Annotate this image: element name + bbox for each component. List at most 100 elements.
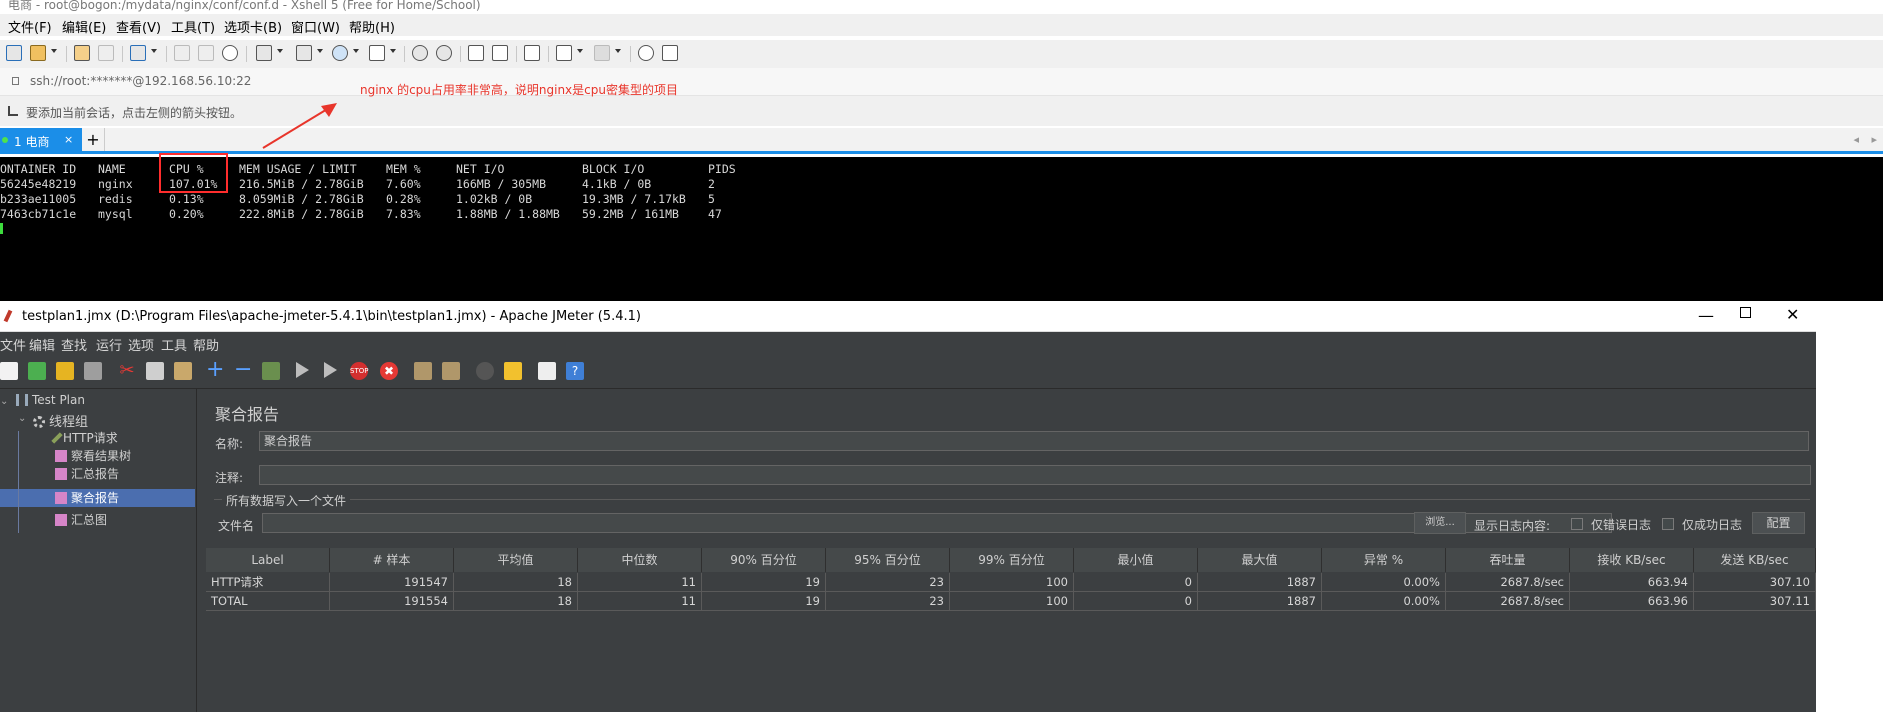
clear-icon[interactable]	[414, 362, 432, 380]
success-only-checkbox[interactable]	[1662, 518, 1674, 530]
col-average-header[interactable]: 平均值	[454, 548, 578, 572]
chat-icon[interactable]	[662, 45, 678, 61]
cell-pids: 2	[708, 177, 715, 191]
disconnect-icon[interactable]	[98, 45, 114, 61]
col-max-header[interactable]: 最大值	[1198, 548, 1322, 572]
menu-tabs[interactable]: 选项卡(B)	[224, 17, 282, 36]
browse-button[interactable]: 浏览...	[1414, 512, 1466, 534]
globe-icon[interactable]	[332, 45, 348, 61]
stop-icon[interactable]: STOP	[350, 362, 368, 380]
collapse-icon[interactable]: −	[234, 359, 252, 381]
menu-search[interactable]: 查找	[61, 335, 87, 354]
tree-node-http-request[interactable]: HTTP请求	[51, 429, 118, 447]
menu-edit[interactable]: 编辑(E)	[62, 17, 106, 36]
tab-close-icon[interactable]: ×	[64, 133, 73, 146]
tree-node-results-tree[interactable]: 察看结果树	[55, 447, 131, 465]
tree-node-summary-report[interactable]: 汇总报告	[55, 465, 119, 483]
col-received-header[interactable]: 接收 KB/sec	[1570, 548, 1694, 572]
cell-average: 18	[454, 592, 578, 611]
minimize-icon[interactable]: —	[1698, 306, 1714, 325]
address-bar[interactable]: ssh://root:*******@192.168.56.10:22	[0, 68, 1883, 96]
tree-node-aggregate-report[interactable]: 聚合报告	[55, 489, 119, 507]
fullscreen-icon[interactable]	[468, 45, 484, 61]
function-helper-icon[interactable]	[538, 362, 556, 380]
menu-edit[interactable]: 编辑	[29, 335, 55, 354]
errors-only-checkbox[interactable]	[1571, 518, 1583, 530]
add-tab-button[interactable]: +	[82, 128, 105, 151]
new-tab-icon[interactable]	[556, 45, 572, 61]
col-p99-header[interactable]: 99% 百分位	[950, 548, 1074, 572]
transfer-icon[interactable]	[296, 45, 312, 61]
col-error-header[interactable]: 异常 %	[1322, 548, 1446, 572]
tree-node-summary-graph[interactable]: 汇总图	[55, 511, 107, 529]
new-session-icon[interactable]	[6, 45, 22, 61]
terminal-row: 56245e48219 nginx 107.01% 216.5MiB / 2.7…	[0, 177, 1883, 192]
print-icon[interactable]	[256, 45, 272, 61]
menu-run[interactable]: 运行	[96, 335, 122, 354]
menu-tools[interactable]: 工具	[161, 335, 187, 354]
keyboard-icon[interactable]	[524, 45, 540, 61]
tab-session[interactable]: 1 电商 ×	[0, 128, 82, 151]
col-p95-header[interactable]: 95% 百分位	[826, 548, 950, 572]
clear-all-icon[interactable]	[442, 362, 460, 380]
font-icon[interactable]	[369, 45, 385, 61]
menu-file[interactable]: 文件	[0, 335, 26, 354]
menu-window[interactable]: 窗口(W)	[291, 17, 340, 36]
menu-help[interactable]: 帮助	[193, 335, 219, 354]
lock-icon[interactable]	[492, 45, 508, 61]
copy-icon[interactable]	[174, 45, 190, 61]
tab-scroll-right-icon[interactable]: ▸	[1871, 133, 1877, 146]
connect-icon[interactable]	[74, 45, 90, 61]
comment-input[interactable]	[259, 465, 1811, 485]
start-no-pause-icon[interactable]	[324, 362, 337, 378]
open-icon[interactable]	[56, 362, 74, 380]
col-samples-header[interactable]: # 样本	[330, 548, 454, 572]
menu-help[interactable]: 帮助(H)	[349, 17, 395, 36]
shutdown-icon[interactable]: ✖	[380, 362, 398, 380]
find-icon[interactable]	[222, 45, 238, 61]
cut-icon[interactable]: ✂	[118, 362, 136, 380]
col-sent-header[interactable]: 发送 KB/sec	[1694, 548, 1816, 572]
tree-toggle-icon[interactable]: ⌄	[18, 413, 26, 424]
open-folder-icon[interactable]	[30, 45, 46, 61]
col-throughput-header[interactable]: 吞吐量	[1446, 548, 1570, 572]
xftp-icon[interactable]	[436, 45, 452, 61]
arrow-icon[interactable]	[8, 106, 18, 116]
new-icon[interactable]	[0, 362, 18, 380]
layout-icon[interactable]	[594, 45, 610, 61]
tree-toggle-icon[interactable]: ⌄	[0, 396, 8, 407]
session-hint-text: 要添加当前会话，点击左侧的箭头按钮。	[26, 106, 243, 120]
menu-options[interactable]: 选项	[128, 335, 154, 354]
help-icon[interactable]	[638, 45, 654, 61]
expand-icon[interactable]: +	[206, 359, 224, 381]
menu-view[interactable]: 查看(V)	[116, 17, 161, 36]
help-icon[interactable]: ?	[566, 362, 584, 380]
close-icon[interactable]: ✕	[1786, 305, 1799, 324]
toggle-icon[interactable]	[262, 362, 280, 380]
menu-file[interactable]: 文件(F)	[8, 17, 52, 36]
templates-icon[interactable]	[28, 362, 46, 380]
col-p90-header[interactable]: 90% 百分位	[702, 548, 826, 572]
script-icon[interactable]	[412, 45, 428, 61]
maximize-icon[interactable]	[1740, 307, 1751, 318]
terminal-output[interactable]: ONTAINER ID NAME CPU % MEM USAGE / LIMIT…	[0, 157, 1883, 301]
configure-button[interactable]: 配置	[1752, 512, 1805, 534]
cell-sent: 307.11	[1694, 592, 1816, 611]
save-icon[interactable]	[84, 362, 102, 380]
reset-search-icon[interactable]	[504, 362, 522, 380]
binoculars-icon[interactable]	[476, 362, 494, 380]
tree-node-thread-group[interactable]: 线程组	[33, 411, 88, 430]
tree-node-test-plan[interactable]: Test Plan	[16, 393, 85, 411]
col-median-header[interactable]: 中位数	[578, 548, 702, 572]
name-input[interactable]: 聚合报告	[259, 431, 1809, 451]
properties-icon[interactable]	[130, 45, 146, 61]
paste-icon[interactable]	[198, 45, 214, 61]
col-min-header[interactable]: 最小值	[1074, 548, 1198, 572]
tab-scroll-left-icon[interactable]: ◂	[1853, 133, 1859, 146]
menu-tools[interactable]: 工具(T)	[171, 17, 215, 36]
copy-icon[interactable]	[146, 362, 164, 380]
start-icon[interactable]	[296, 362, 309, 378]
filename-input[interactable]	[262, 513, 1612, 533]
col-label-header[interactable]: Label	[206, 548, 330, 572]
paste-icon[interactable]	[174, 362, 192, 380]
